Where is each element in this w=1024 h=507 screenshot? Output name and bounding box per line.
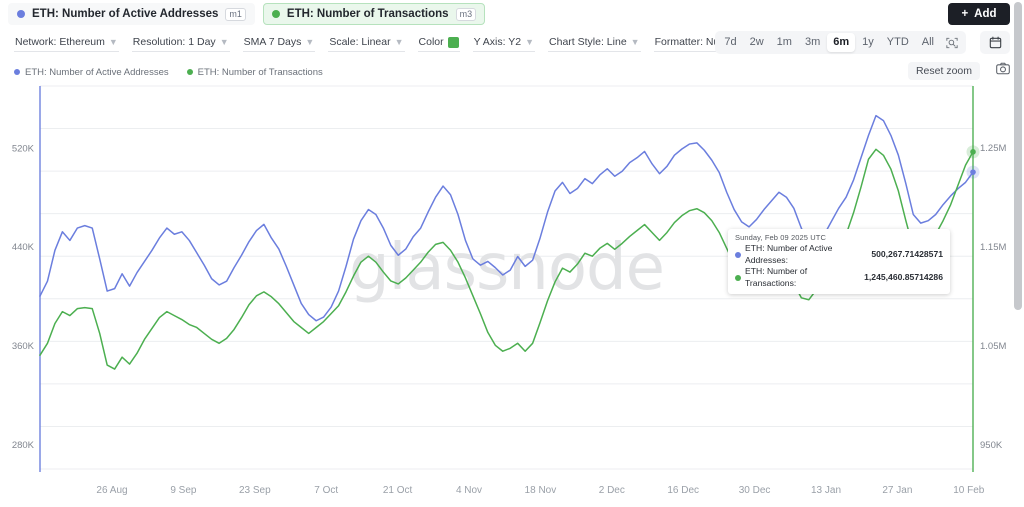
range-7d[interactable]: 7d [718,33,742,51]
x-axis-tick: 27 Jan [882,485,912,496]
range-ytd[interactable]: YTD [881,33,915,51]
range-3m[interactable]: 3m [799,33,826,51]
tooltip-row-active-addresses: ETH: Number of Active Addresses: 500,267… [735,243,943,266]
chevron-down-icon: ▼ [108,36,118,47]
chart-controls-row: Network: Ethereum ▼ Resolution: 1 Day ▼ … [0,31,829,55]
control-y-axis[interactable]: Y Axis: Y2 ▼ [472,34,536,52]
x-axis-tick: 7 Oct [314,485,338,496]
control-network-label: Network: Ethereum [15,36,105,48]
date-picker-button[interactable] [980,31,1010,54]
control-scale-label: Scale: Linear [329,36,391,48]
control-network[interactable]: Network: Ethereum ▼ [14,34,119,52]
y-axis-right-tick: 1.15M [980,242,1006,253]
x-axis-tick: 4 Nov [456,485,482,496]
chart-area[interactable]: glassnode 280K 360K 440K 520K 950K 1.05M 1.15M 1… [0,84,1008,507]
legend-label: ETH: Number of Transactions [197,66,323,78]
tooltip-row-transactions: ETH: Number of Transactions: 1,245,460.8… [735,266,943,289]
tooltip-date: Sunday, Feb 09 2025 UTC [735,233,826,242]
y-axis-right-tick: 1.05M [980,341,1006,352]
x-axis-tick: 10 Feb [953,485,985,496]
metric-tab-badge: m1 [225,7,246,21]
control-scale[interactable]: Scale: Linear ▼ [328,34,405,52]
x-axis-tick: 18 Nov [525,485,557,496]
page-scrollbar[interactable] [1010,0,1024,507]
legend-color-dot [14,69,20,75]
series-end-marker-dot[interactable] [970,169,976,175]
y-axis-right-tick: 950K [980,440,1003,451]
x-axis-tick: 2 Dec [599,485,625,496]
metric-tab-badge: m3 [455,7,477,21]
zoom-search-icon[interactable] [941,35,963,51]
metric-tabstrip: ETH: Number of Active Addresses m1 ETH: … [0,0,930,28]
y-axis-left-tick: 440K [12,242,35,253]
control-y-axis-label: Y Axis: Y2 [473,36,522,48]
chevron-down-icon: ▼ [219,36,229,47]
reset-zoom-button[interactable]: Reset zoom [907,62,980,80]
tooltip-color-dot [735,251,741,258]
x-axis-tick: 26 Aug [96,485,127,496]
control-sma-label: SMA 7 Days [243,36,302,48]
range-1m[interactable]: 1m [771,33,798,51]
tooltip-series-value: 1,245,460.85714286 [864,271,943,282]
legend-color-dot [186,69,193,75]
tooltip-series-label: ETH: Number of Transactions: [745,266,808,288]
x-axis-tick: 21 Oct [383,485,413,496]
control-chart-style[interactable]: Chart Style: Line ▼ [548,34,641,52]
x-axis-tick: 30 Dec [739,485,771,496]
metric-tab-label: ETH: Number of Transactions [286,8,449,20]
x-axis-tick: 9 Sep [170,485,197,496]
metric-tab-active-addresses[interactable]: ETH: Number of Active Addresses m1 [8,3,255,25]
calendar-icon [989,36,1001,49]
range-2w[interactable]: 2w [744,33,770,51]
control-chart-style-label: Chart Style: Line [549,36,627,48]
chevron-down-icon: ▼ [525,36,535,47]
x-axis-tick: 23 Sep [239,485,271,496]
chevron-down-icon: ▼ [630,36,640,47]
chevron-down-icon: ▼ [394,36,404,47]
metric-tab-color-dot [17,10,25,18]
chart-tooltip: Sunday, Feb 09 2025 UTC ETH: Number of A… [728,229,950,295]
time-range-selector: 7d 2w 1m 3m 6m 1y YTD All [715,31,966,54]
scrollbar-thumb[interactable] [1014,2,1022,310]
control-sma[interactable]: SMA 7 Days ▼ [242,34,316,52]
add-metric-button[interactable]: + Add [948,3,1010,25]
legend-label: ETH: Number of Active Addresses [25,66,169,78]
screenshot-button[interactable] [996,62,1010,75]
chevron-down-icon: ▼ [305,36,315,47]
glassnode-watermark: glassnode [349,231,664,305]
y-axis-right-tick: 1.25M [980,143,1006,154]
price-chart-svg[interactable]: glassnode 280K 360K 440K 520K 950K 1.05M 1.15M 1… [0,84,1008,507]
control-resolution[interactable]: Resolution: 1 Day ▼ [131,34,230,52]
x-axis-tick: 13 Jan [811,485,841,496]
tooltip-color-dot [735,274,741,281]
metric-tab-transactions[interactable]: ETH: Number of Transactions m3 [262,3,486,25]
y-axis-left-tick: 280K [12,440,35,451]
camera-icon [996,62,1010,75]
plus-icon: + [961,8,969,20]
range-1y[interactable]: 1y [856,33,880,51]
range-6m[interactable]: 6m [827,33,856,52]
metric-tab-label: ETH: Number of Active Addresses [32,8,219,20]
legend-item-transactions[interactable]: ETH: Number of Transactions [186,66,323,78]
y-axis-left-tick: 520K [12,143,35,154]
control-resolution-label: Resolution: 1 Day [132,36,216,48]
color-swatch[interactable] [447,36,459,48]
add-button-label: Add [974,8,997,20]
range-all[interactable]: All [916,33,940,51]
chart-legend: ETH: Number of Active Addresses ETH: Num… [14,64,323,80]
legend-item-active-addresses[interactable]: ETH: Number of Active Addresses [14,67,169,78]
y-axis-left-tick: 360K [12,341,35,352]
tooltip-series-label: ETH: Number of Active Addresses: [745,243,833,265]
glassnode-chart-app: ETH: Number of Active Addresses m1 ETH: … [0,0,1024,507]
x-axis-tick: 16 Dec [667,485,699,496]
series-end-marker-dot[interactable] [970,149,976,155]
metric-tab-color-dot [271,10,280,18]
control-color-label: Color [418,36,444,48]
control-color[interactable]: Color [417,34,460,52]
tooltip-series-value: 500,267.71428571 [871,248,943,259]
